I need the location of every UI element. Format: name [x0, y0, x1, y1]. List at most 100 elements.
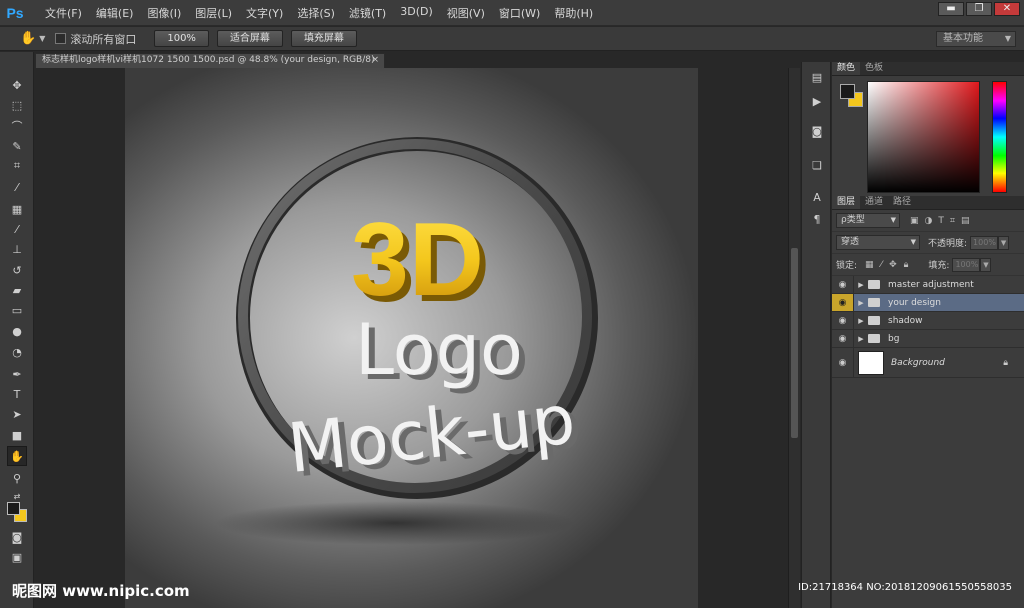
tab-layers[interactable]: 图层 [832, 196, 861, 209]
visibility-eye-icon[interactable]: ◉ [832, 348, 854, 377]
background-layer-row[interactable]: ◉ Background 🔒︎ [832, 348, 1024, 378]
layer-row-selected[interactable]: ◉ ▶ your design [832, 294, 1024, 312]
photoshop-logo: Ps [6, 4, 24, 21]
pen-tool-icon[interactable]: ✒ [9, 366, 25, 382]
layer-row[interactable]: ◉ ▶ master adjustment [832, 276, 1024, 294]
filter-smart-icon[interactable]: ▤ [961, 216, 970, 226]
blend-row: 穿透 ▼ 不透明度: 100% ▼ [832, 232, 1024, 254]
screen-mode-icon[interactable]: ▣ [9, 549, 25, 565]
menu-type[interactable]: 文字(Y) [239, 5, 290, 21]
canvas-area[interactable]: 3D 3D Logo Logo Mock-up Mock-up [35, 68, 788, 608]
tab-swatches[interactable]: 色板 [860, 62, 888, 75]
expand-arrow-icon[interactable]: ▶ [854, 281, 868, 289]
menu-help[interactable]: 帮助(H) [547, 5, 600, 21]
history-panel-icon[interactable]: ▤ [809, 70, 825, 86]
fill-screen-button[interactable]: 填充屏幕 [290, 30, 357, 47]
path-select-icon[interactable]: ➤ [9, 406, 25, 422]
workspace-select[interactable]: 基本功能 ▼ [936, 31, 1016, 47]
close-tab-icon[interactable]: × [371, 54, 379, 67]
character-panel-icon[interactable]: A [809, 190, 825, 206]
lock-row: 锁定: ▦ ⁄ ✥ 🔒︎ 填充: 100% ▼ [832, 254, 1024, 276]
opacity-dropdown-icon[interactable]: ▼ [998, 235, 1010, 250]
type-tool-icon[interactable]: T [9, 386, 25, 402]
quick-select-icon[interactable]: ✎ [9, 138, 25, 154]
visibility-eye-icon[interactable]: ◉ [832, 330, 854, 347]
menu-edit[interactable]: 编辑(E) [89, 5, 141, 21]
restore-button[interactable]: ❐ [966, 2, 992, 16]
paragraph-panel-icon[interactable]: ¶ [809, 212, 825, 228]
menu-image[interactable]: 图像(I) [140, 5, 188, 21]
marquee-tool-icon[interactable]: ⬚ [9, 97, 25, 113]
actions-panel-icon[interactable]: ▶ [809, 94, 825, 110]
layer-row[interactable]: ◉ ▶ shadow [832, 312, 1024, 330]
scrollbar-thumb[interactable] [791, 248, 798, 438]
opacity-input[interactable]: 100% [970, 235, 999, 250]
foreground-color-swatch[interactable] [7, 502, 20, 515]
lock-paint-icon[interactable]: ⁄ [881, 260, 883, 270]
document-tab[interactable]: 标志样机logo样机vi样机1072 1500 1500.psd @ 48.8%… [35, 53, 385, 68]
lasso-tool-icon[interactable]: ⌒ [9, 118, 25, 134]
filter-type-icon[interactable]: T [938, 216, 944, 226]
color-field[interactable] [867, 81, 980, 193]
menu-3d[interactable]: 3D(D) [393, 5, 440, 21]
menu-file[interactable]: 文件(F) [38, 5, 89, 21]
eyedropper-icon[interactable]: ⁄ [9, 179, 25, 195]
fit-screen-button[interactable]: 适合屏幕 [216, 30, 283, 47]
3d-panel-icon[interactable]: ❏ [809, 158, 825, 174]
move-tool-icon[interactable]: ✥ [9, 77, 25, 93]
adjustments-panel-icon[interactable]: ◙ [809, 124, 825, 140]
dodge-tool-icon[interactable]: ◔ [9, 344, 25, 360]
layer-filter-select[interactable]: ρ类型 ▼ [836, 213, 900, 228]
hue-slider[interactable] [992, 81, 1007, 193]
visibility-eye-icon[interactable]: ◉ [832, 312, 854, 329]
zoom-tool-icon[interactable]: ⚲ [9, 470, 25, 486]
foreground-swatch[interactable] [840, 84, 855, 99]
zoom-100-button[interactable]: 100% [154, 30, 209, 47]
document-artboard[interactable]: 3D 3D Logo Logo Mock-up Mock-up [125, 68, 698, 608]
fill-input[interactable]: 100% [952, 257, 981, 272]
menu-window[interactable]: 窗口(W) [492, 5, 547, 21]
menu-view[interactable]: 视图(V) [440, 5, 492, 21]
lock-all-icon[interactable]: 🔒︎ [904, 260, 909, 270]
menu-filter[interactable]: 滤镜(T) [342, 5, 393, 21]
lock-pixels-icon[interactable]: ▦ [865, 260, 874, 270]
layer-row[interactable]: ◉ ▶ bg [832, 330, 1024, 348]
blur-tool-icon[interactable]: ● [9, 323, 25, 339]
gradient-tool-icon[interactable]: ▭ [9, 302, 25, 318]
eraser-tool-icon[interactable]: ▰ [9, 282, 25, 298]
healing-brush-icon[interactable]: ▦ [9, 201, 25, 217]
lock-position-icon[interactable]: ✥ [889, 260, 897, 270]
history-brush-icon[interactable]: ↺ [9, 262, 25, 278]
expand-arrow-icon[interactable]: ▶ [854, 317, 868, 325]
filter-shape-icon[interactable]: ⌗ [950, 216, 955, 226]
crop-tool-icon[interactable]: ⌗ [9, 158, 25, 174]
quick-mask-icon[interactable]: ◙ [9, 529, 25, 545]
scroll-all-checkbox[interactable] [55, 33, 67, 44]
tab-channels[interactable]: 通道 [860, 196, 888, 209]
fill-dropdown-icon[interactable]: ▼ [980, 257, 992, 272]
hand-icon[interactable]: ✋ [20, 31, 36, 46]
clone-stamp-icon[interactable]: ⊥ [9, 241, 25, 257]
expand-arrow-icon[interactable]: ▶ [854, 335, 868, 343]
close-button[interactable]: ✕ [994, 2, 1020, 16]
tab-color[interactable]: 颜色 [832, 62, 861, 75]
visibility-eye-icon[interactable]: ◉ [832, 276, 854, 293]
rectangle-tool-icon[interactable]: ■ [9, 427, 25, 443]
chevron-down-icon: ▼ [1004, 34, 1011, 43]
filter-pixel-icon[interactable]: ▣ [910, 216, 919, 226]
right-panels: 颜色 色板 图层 通道 路径 ρ类型 ▼ ▣ ◑ T ⌗ ▤ 穿透 ▼ 不透明度… [832, 62, 1024, 608]
brush-tool-icon[interactable]: ⁄ [9, 221, 25, 237]
expand-arrow-icon[interactable]: ▶ [854, 299, 868, 307]
hand-tool-icon[interactable]: ✋ [7, 446, 27, 466]
menu-layer[interactable]: 图层(L) [188, 5, 239, 21]
minimize-button[interactable]: ▬ [938, 2, 964, 16]
blend-mode-select[interactable]: 穿透 ▼ [836, 235, 920, 250]
vertical-scrollbar[interactable] [788, 68, 800, 608]
visibility-eye-icon[interactable]: ◉ [832, 294, 854, 311]
filter-adjust-icon[interactable]: ◑ [925, 216, 933, 226]
menu-select[interactable]: 选择(S) [290, 5, 342, 21]
filter-icons: ▣ ◑ T ⌗ ▤ [910, 216, 969, 226]
tab-paths[interactable]: 路径 [888, 196, 916, 209]
chevron-down-icon[interactable]: ▼ [39, 34, 45, 43]
fill-label: 填充: [928, 261, 950, 271]
